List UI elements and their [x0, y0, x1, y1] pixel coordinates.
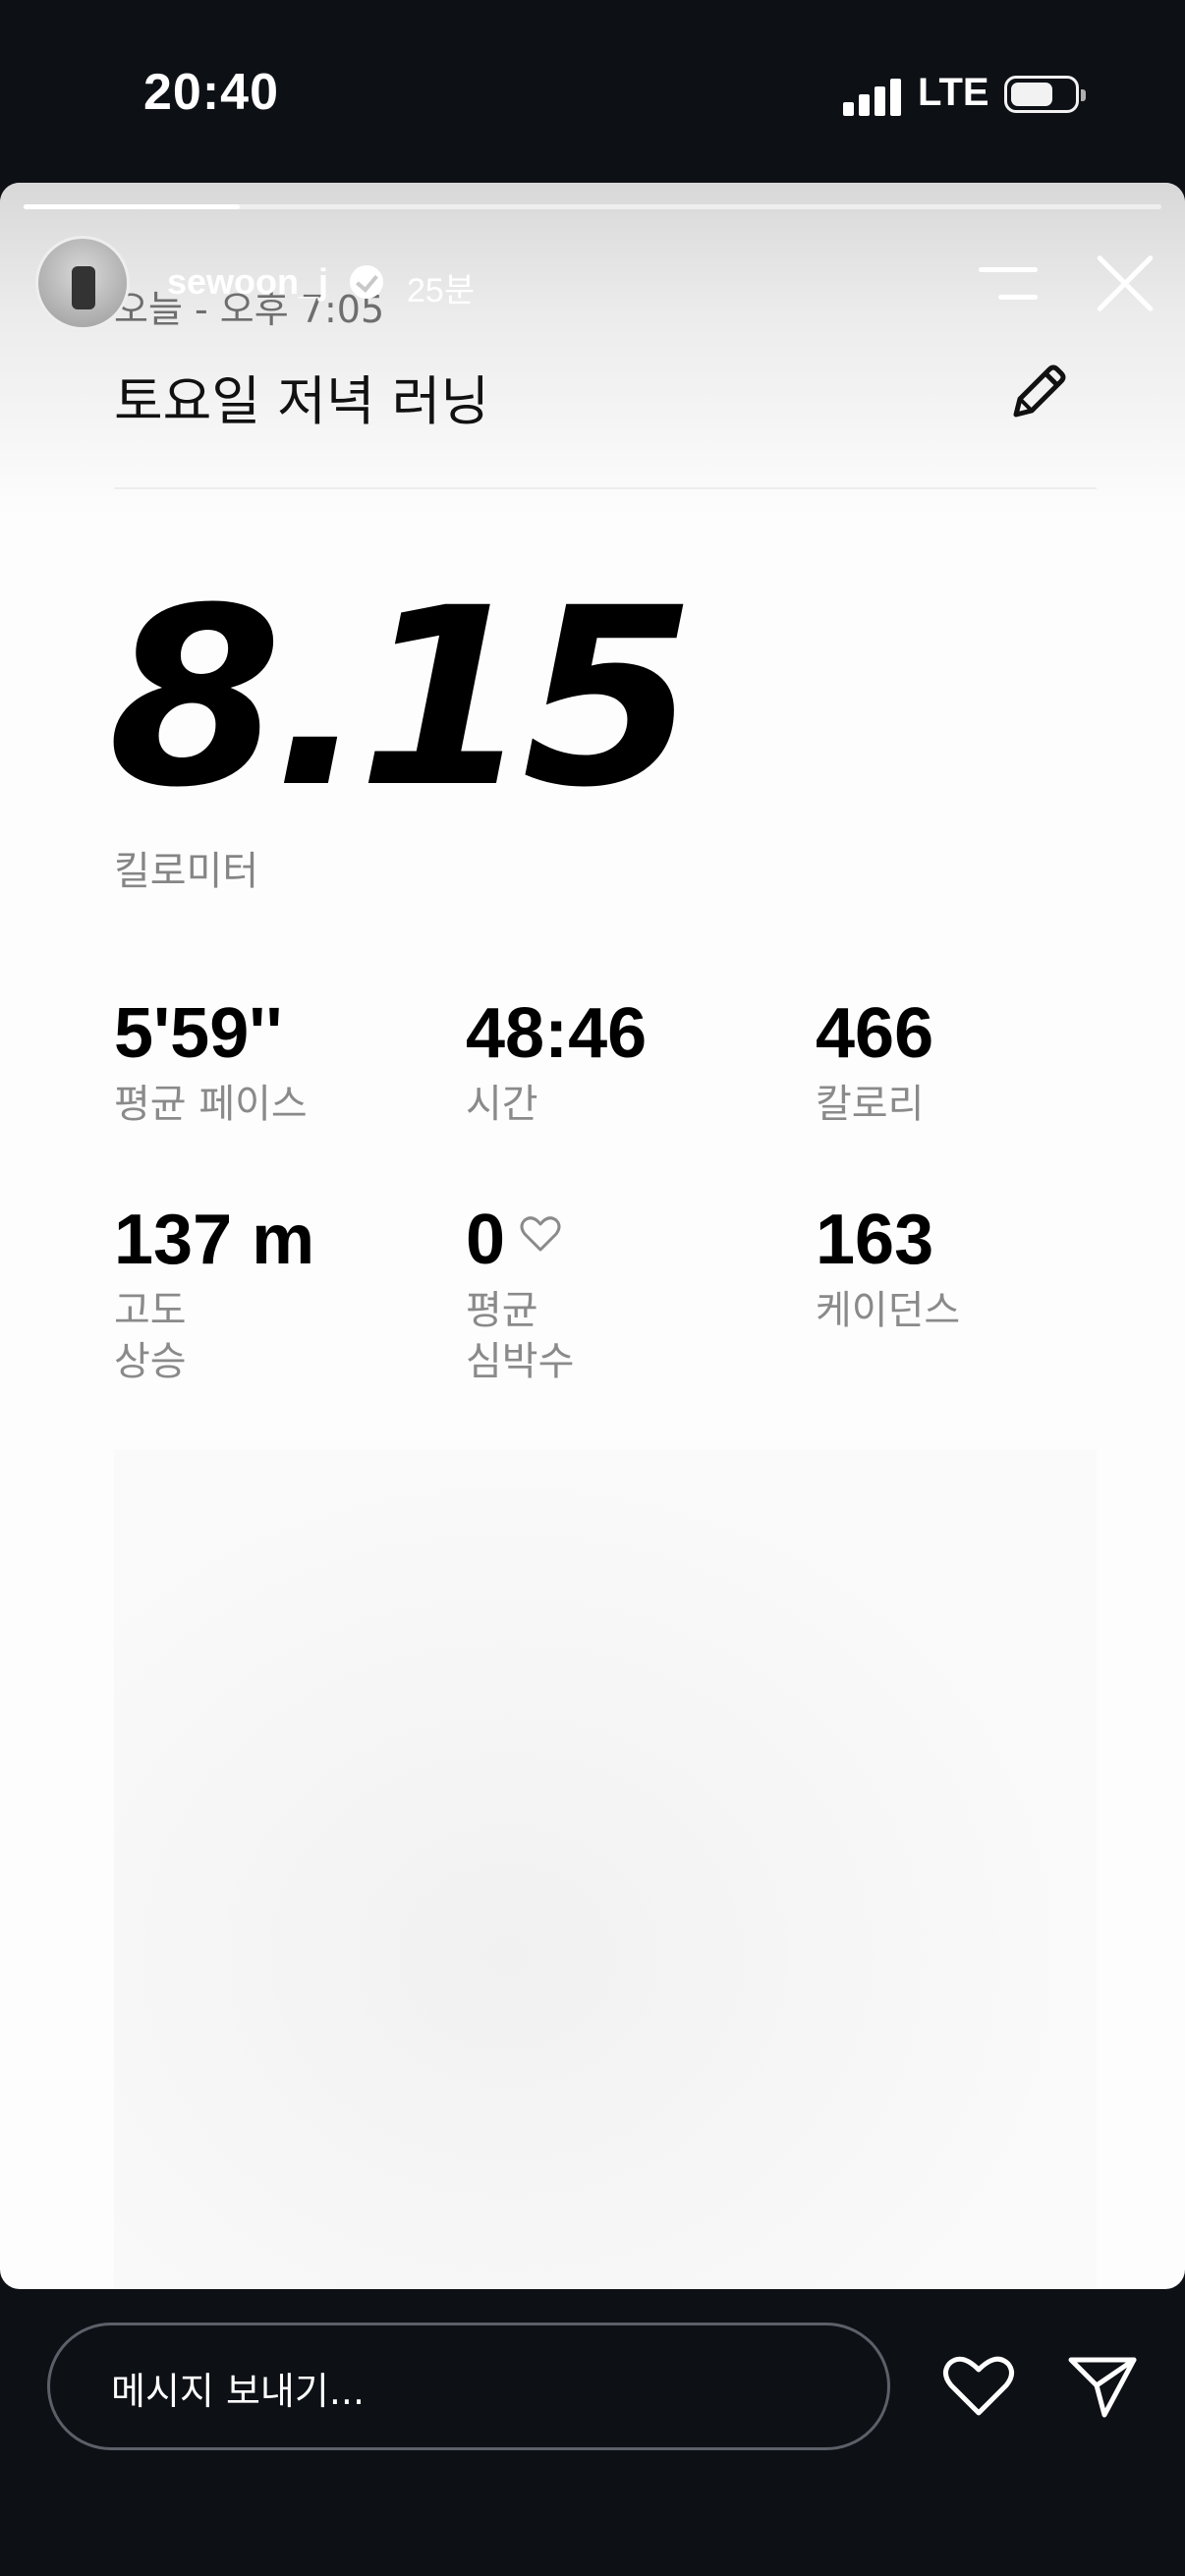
story-post-time: 25분: [407, 272, 476, 309]
route-map: [114, 1450, 1097, 2289]
activity-title: 토요일 저녁 러닝: [114, 370, 490, 432]
send-icon[interactable]: [1065, 2350, 1140, 2421]
stat-value: 48:46: [466, 994, 648, 1073]
stat-elevation-gain: 137 m 고도 상승: [114, 1204, 314, 1387]
heart-icon[interactable]: [941, 2350, 1016, 2421]
verified-badge-icon: [350, 265, 383, 299]
stat-calories: 466 칼로리: [816, 998, 933, 1130]
stat-value: 466: [816, 994, 934, 1073]
story-progress-bar: [24, 204, 1161, 209]
heart-outline-icon: [520, 1216, 561, 1252]
stat-avg-pace: 5'59'' 평균 페이스: [114, 998, 308, 1130]
stat-value: 163: [816, 1201, 934, 1279]
stat-value: 137 m: [114, 1201, 315, 1279]
signal-icon: [843, 77, 902, 116]
stat-label: 평균 심박수: [466, 1288, 575, 1384]
avatar[interactable]: [35, 236, 130, 330]
stat-label: 시간: [466, 1082, 538, 1127]
stat-label: 고도 상승: [114, 1288, 187, 1384]
stat-cadence: 163 케이던스: [816, 1204, 960, 1336]
stat-duration: 48:46 시간: [466, 998, 647, 1130]
status-time: 20:40: [143, 64, 279, 121]
battery-icon: [1004, 76, 1086, 113]
stat-label: 케이던스: [816, 1288, 961, 1333]
distance-unit: 킬로미터: [114, 849, 259, 894]
activity-card: 오늘 - 오후 7:05 토요일 저녁 러닝 8.15 킬로미터 5'59'' …: [59, 183, 1126, 2289]
distance-value: 8.15: [108, 555, 697, 841]
stat-label: 칼로리: [816, 1082, 925, 1127]
menu-icon[interactable]: [979, 267, 1038, 303]
close-icon[interactable]: [1093, 252, 1157, 316]
network-type: LTE: [918, 71, 989, 114]
stat-avg-heart-rate: 0 평균 심박수: [466, 1204, 574, 1387]
pencil-icon[interactable]: [1006, 360, 1071, 424]
stat-value: 5'59'': [114, 994, 283, 1073]
stat-label: 평균 페이스: [114, 1082, 308, 1127]
story-progress-fill: [24, 204, 241, 209]
message-input[interactable]: 메시지 보내기...: [47, 2323, 890, 2450]
story-username[interactable]: sewoon_j: [167, 261, 328, 303]
message-placeholder: 메시지 보내기...: [111, 2370, 366, 2413]
story-viewer[interactable]: 오늘 - 오후 7:05 토요일 저녁 러닝 8.15 킬로미터 5'59'' …: [0, 183, 1185, 2289]
stat-value: 0: [466, 1201, 506, 1279]
divider: [114, 487, 1097, 489]
